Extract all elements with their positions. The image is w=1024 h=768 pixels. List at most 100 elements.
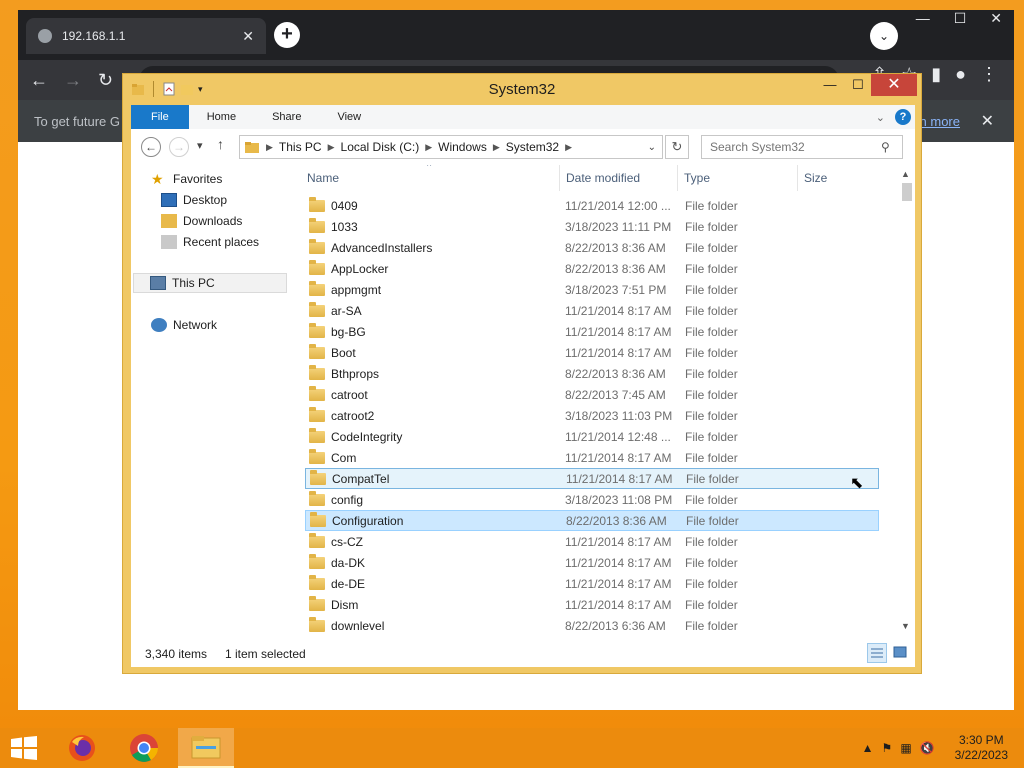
downloads-icon (161, 214, 177, 228)
tab-search-button[interactable]: ⌄ (870, 22, 898, 50)
table-row[interactable]: AdvancedInstallers 8/22/2013 8:36 AM File … (305, 237, 879, 258)
chrome-tabstrip: 192.168.1.1 ✕ + ⌄ — ☐ ✕ (18, 10, 1014, 60)
maximize-icon[interactable]: ☐ (954, 10, 967, 27)
breadcrumb-separator-icon[interactable]: ▶ (264, 142, 275, 153)
address-dropdown-icon[interactable]: ⌄ (648, 142, 662, 153)
breadcrumb-system32[interactable]: System32 (502, 140, 563, 154)
scroll-thumb[interactable] (902, 183, 912, 201)
close-button[interactable]: ✕ (871, 74, 917, 96)
scroll-down-icon[interactable]: ▼ (901, 621, 910, 631)
table-row[interactable]: CompatTel 11/21/2014 8:17 AM File folder (305, 468, 879, 489)
expand-ribbon-icon[interactable]: ⌄ (876, 111, 885, 124)
breadcrumb-local-disk[interactable]: Local Disk (C:) (337, 140, 424, 154)
explorer-titlebar[interactable]: ▾ System32 — ☐ ✕ (123, 74, 921, 104)
maximize-button[interactable]: ☐ (847, 74, 869, 96)
breadcrumb-this-pc[interactable]: This PC (275, 140, 326, 154)
nav-downloads[interactable]: Downloads (161, 211, 242, 231)
close-icon[interactable]: ✕ (990, 10, 1002, 27)
breadcrumb-separator-icon[interactable]: ▶ (326, 142, 337, 153)
table-row[interactable]: CodeIntegrity 11/21/2014 12:48 ... File fo… (305, 426, 879, 447)
column-header-name[interactable]: Name (301, 165, 557, 191)
table-row[interactable]: Configuration 8/22/2013 8:36 AM File folde… (305, 510, 879, 531)
table-row[interactable]: da-DK 11/21/2014 8:17 AM File folder (305, 552, 879, 573)
tab-close-icon[interactable]: ✕ (242, 28, 254, 45)
column-header-size[interactable]: Size (797, 165, 877, 191)
windows-start-icon[interactable] (10, 736, 38, 760)
column-header-date[interactable]: Date modified (559, 165, 675, 191)
action-center-flag-icon[interactable]: ⚑ (882, 741, 893, 755)
address-bar[interactable]: ▶ This PC ▶ Local Disk (C:) ▶ Windows ▶ … (239, 135, 663, 159)
table-row[interactable]: catroot2 3/18/2023 11:03 PM File folder (305, 405, 879, 426)
table-row[interactable]: appmgmt 3/18/2023 7:51 PM File folder (305, 279, 879, 300)
tab-view[interactable]: View (319, 105, 379, 129)
table-row[interactable]: bg-BG 11/21/2014 8:17 AM File folder (305, 321, 879, 342)
large-icons-view-button[interactable] (891, 643, 911, 663)
minimize-button[interactable]: — (819, 74, 841, 96)
table-row[interactable]: Boot 11/21/2014 8:17 AM File folder (305, 342, 879, 363)
tab-home[interactable]: Home (189, 105, 254, 129)
taskbar-firefox[interactable] (54, 728, 110, 768)
search-icon[interactable]: ⚲ (881, 140, 890, 154)
table-row[interactable]: catroot 8/22/2013 7:45 AM File folder (305, 384, 879, 405)
side-panel-icon[interactable]: ▮ (931, 64, 941, 85)
vertical-scrollbar[interactable]: ▲ ▼ (899, 165, 915, 635)
clock[interactable]: 3:30 PM 3/22/2023 (939, 733, 1024, 763)
network-tray-icon[interactable]: ▦ (900, 741, 911, 755)
breadcrumb-windows[interactable]: Windows (434, 140, 491, 154)
nav-desktop[interactable]: Desktop (161, 190, 227, 210)
breadcrumb-separator-icon[interactable]: ▶ (423, 142, 434, 153)
recent-locations-dropdown[interactable]: ▾ (197, 139, 203, 152)
nav-this-pc[interactable]: This PC (133, 273, 287, 293)
help-icon[interactable]: ? (895, 109, 911, 125)
nav-favorites[interactable]: ★ Favorites (151, 169, 222, 189)
column-header-type[interactable]: Type (677, 165, 795, 191)
back-button[interactable]: ← (141, 137, 161, 157)
forward-button[interactable]: → (169, 137, 189, 157)
nav-network[interactable]: Network (151, 315, 217, 335)
refresh-button[interactable]: ↻ (665, 135, 689, 159)
table-row[interactable]: cs-CZ 11/21/2014 8:17 AM File folder (305, 531, 879, 552)
table-row[interactable]: config 3/18/2023 11:08 PM File folder (305, 489, 879, 510)
scroll-up-icon[interactable]: ▲ (901, 169, 910, 179)
show-hidden-icons[interactable]: ▲ (862, 741, 874, 755)
file-date-modified: 11/21/2014 8:17 AM (565, 534, 672, 549)
menu-kebab-icon[interactable]: ⋮ (980, 64, 998, 85)
new-tab-button[interactable]: + (274, 22, 300, 48)
folder-icon (309, 532, 325, 548)
nav-recent-places[interactable]: Recent places (161, 232, 259, 252)
table-row[interactable]: 0409 11/21/2014 12:00 ... File folder (305, 195, 879, 216)
profile-avatar-icon[interactable]: ● (955, 64, 966, 85)
minimize-icon[interactable]: — (916, 10, 930, 27)
table-row[interactable]: downlevel 8/22/2013 6:36 AM File folder (305, 615, 879, 635)
details-view-button[interactable] (867, 643, 887, 663)
infobar-close-icon[interactable]: ✕ (981, 111, 994, 131)
window-title: System32 (488, 81, 556, 98)
volume-muted-icon[interactable]: 🔇 (920, 741, 935, 755)
tab-share[interactable]: Share (254, 105, 319, 129)
reload-icon[interactable]: ↻ (98, 70, 113, 91)
file-type: File folder (685, 324, 738, 339)
table-row[interactable]: Dism 11/21/2014 8:17 AM File folder (305, 594, 879, 615)
table-row[interactable]: AppLocker 8/22/2013 8:36 AM File folder (305, 258, 879, 279)
table-row[interactable]: de-DE 11/21/2014 8:17 AM File folder (305, 573, 879, 594)
search-input[interactable] (701, 135, 903, 159)
infobar-learn-more-link[interactable]: n more (920, 114, 960, 129)
folder-icon (309, 616, 325, 632)
forward-arrow-icon[interactable]: → (64, 70, 82, 91)
table-row[interactable]: ar-SA 11/21/2014 8:17 AM File folder (305, 300, 879, 321)
table-row[interactable]: 1033 3/18/2023 11:11 PM File folder (305, 216, 879, 237)
file-date-modified: 11/21/2014 8:17 AM (566, 471, 673, 486)
nav-label: Downloads (183, 214, 243, 228)
chrome-tab[interactable]: 192.168.1.1 ✕ (26, 18, 266, 54)
back-arrow-icon[interactable]: ← (30, 70, 48, 91)
taskbar-chrome[interactable] (116, 728, 172, 768)
taskbar-file-explorer[interactable] (178, 728, 234, 768)
up-button[interactable]: ↑ (217, 136, 224, 152)
globe-icon (38, 29, 52, 43)
breadcrumb-separator-icon[interactable]: ▶ (491, 142, 502, 153)
table-row[interactable]: Bthprops 8/22/2013 8:36 AM File folder (305, 363, 879, 384)
table-row[interactable]: Com 11/21/2014 8:17 AM File folder (305, 447, 879, 468)
tab-file[interactable]: File (131, 105, 189, 129)
breadcrumb-separator-icon[interactable]: ▶ (563, 142, 574, 153)
status-item-count: 3,340 items (145, 647, 208, 661)
